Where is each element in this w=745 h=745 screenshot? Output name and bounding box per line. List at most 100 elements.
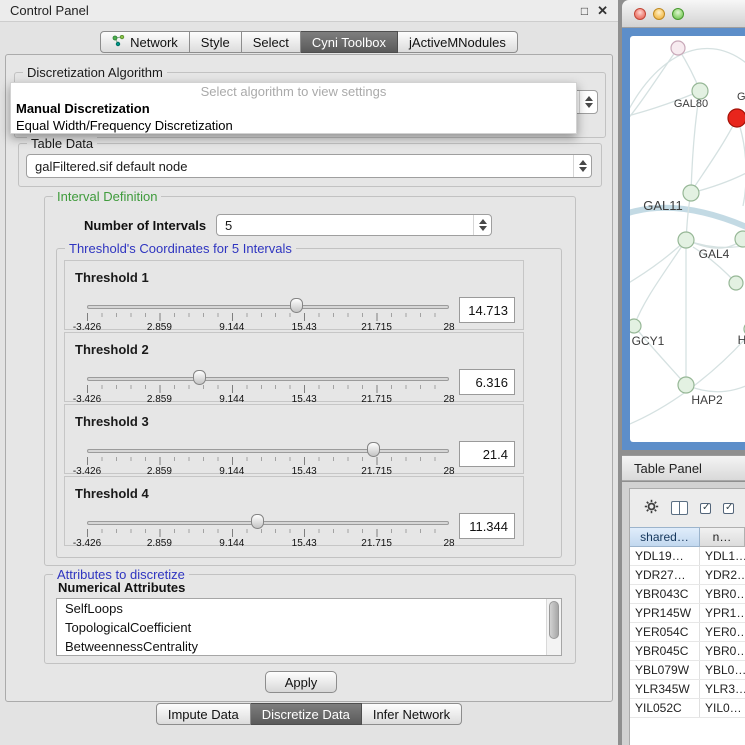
group-title-thresholds-coordinates: Threshold's Coordinates for 5 Intervals [65, 241, 296, 256]
network-node[interactable] [728, 109, 745, 127]
threshold-3-slider[interactable]: -3.426 2.859 9.144 15.43 21.715 28 [87, 441, 449, 473]
table-cell[interactable]: YIL0… [700, 699, 745, 717]
slider-track[interactable] [87, 521, 449, 525]
table-cell[interactable]: YBR0… [700, 642, 745, 660]
checkbox-icon-2[interactable] [723, 503, 734, 514]
threshold-1-slider[interactable]: -3.426 2.859 9.144 15.43 21.715 28 [87, 297, 449, 329]
table-cell[interactable]: YPR145W [630, 604, 700, 622]
table-row[interactable]: YIL052CYIL0… [630, 699, 745, 718]
num-intervals-combobox[interactable]: 5 [216, 214, 492, 236]
float-window-icon[interactable]: □ [581, 5, 588, 17]
table-cell[interactable]: YDL1… [700, 547, 745, 565]
control-panel-titlebar: Control Panel □ ✕ [0, 0, 618, 22]
table-row[interactable]: YLR345WYLR3… [630, 680, 745, 699]
network-node[interactable] [729, 276, 743, 290]
threshold-2-slider[interactable]: -3.426 2.859 9.144 15.43 21.715 28 [87, 369, 449, 401]
slider-thumb[interactable] [251, 514, 264, 529]
slider-thumb[interactable] [290, 298, 303, 313]
threshold-4-slider[interactable]: -3.426 2.859 9.144 15.43 21.715 28 [87, 513, 449, 545]
threshold-3-value-input[interactable] [459, 441, 515, 467]
table-cell[interactable]: YBL0… [700, 661, 745, 679]
list-scrollbar[interactable] [546, 599, 561, 655]
algorithm-dropdown-popup: Select algorithm to view settings Manual… [10, 82, 577, 134]
table-row[interactable]: YDL19…YDL1… [630, 547, 745, 566]
slider-track[interactable] [87, 305, 449, 309]
network-node[interactable] [678, 232, 694, 248]
scrollbar-thumb[interactable] [549, 601, 559, 639]
network-node[interactable] [735, 231, 745, 247]
tab-cyni-toolbox[interactable]: Cyni Toolbox [301, 31, 398, 53]
table-cell[interactable]: YPR1… [700, 604, 745, 622]
slider-thumb[interactable] [367, 442, 380, 457]
table-cell[interactable]: YBR045C [630, 642, 700, 660]
threshold-label: Threshold 1 [75, 270, 149, 285]
network-node[interactable] [683, 185, 699, 201]
screen: Control Panel □ ✕ Network [0, 0, 745, 745]
tab-select[interactable]: Select [242, 31, 301, 53]
table-cell[interactable]: YLR345W [630, 680, 700, 698]
table-row[interactable]: YBR045CYBR0… [630, 642, 745, 661]
table-row[interactable]: YER054CYER0… [630, 623, 745, 642]
tab-jactivemnodules[interactable]: jActiveMNodules [398, 31, 518, 53]
network-node[interactable] [630, 319, 641, 333]
column-header-name[interactable]: n… [700, 527, 745, 547]
close-icon[interactable]: ✕ [597, 4, 608, 17]
gear-icon[interactable] [644, 499, 659, 517]
table-row[interactable]: YDR27…YDR2… [630, 566, 745, 585]
list-item[interactable]: BetweennessCentrality [57, 637, 561, 656]
table-cell[interactable]: YER0… [700, 623, 745, 641]
scale-label: 9.144 [219, 538, 244, 549]
network-node[interactable] [671, 41, 685, 55]
tab-network[interactable]: Network [100, 31, 190, 53]
numerical-attributes-label: Numerical Attributes [58, 580, 185, 595]
table-cell[interactable]: YDR2… [700, 566, 745, 584]
checkbox-icon[interactable] [700, 503, 711, 514]
table-cell[interactable]: YDL19… [630, 547, 700, 565]
list-item[interactable]: SelfLoops [57, 599, 561, 618]
network-node[interactable] [692, 83, 708, 99]
list-item[interactable]: TopologicalCoefficient [57, 618, 561, 637]
table-cell[interactable]: YBR0… [700, 585, 745, 603]
threshold-4-value-input[interactable] [459, 513, 515, 539]
columns-icon[interactable] [671, 501, 688, 515]
numerical-attributes-list: SelfLoops TopologicalCoefficient Between… [56, 598, 562, 656]
tab-impute-data[interactable]: Impute Data [156, 703, 251, 725]
network-window-titlebar[interactable] [622, 0, 745, 28]
table-row[interactable]: YPR145WYPR1… [630, 604, 745, 623]
network-node[interactable] [678, 377, 694, 393]
threshold-2-value-input[interactable] [459, 369, 515, 395]
minimize-traffic-light[interactable] [653, 8, 665, 20]
table-cell[interactable]: YLR3… [700, 680, 745, 698]
network-node-label: H [738, 333, 745, 347]
table-cell[interactable]: YBR043C [630, 585, 700, 603]
zoom-traffic-light[interactable] [672, 8, 684, 20]
slider-thumb[interactable] [193, 370, 206, 385]
table-cell[interactable]: YDR27… [630, 566, 700, 584]
threshold-1-value-input[interactable] [459, 297, 515, 323]
scale-label: 15.43 [292, 538, 317, 549]
column-header-shared-name[interactable]: shared… [630, 527, 700, 547]
tab-discretize-data[interactable]: Discretize Data [251, 703, 362, 725]
table-cell[interactable]: YER054C [630, 623, 700, 641]
network-icon [112, 35, 125, 50]
table-data-combobox[interactable]: galFiltered.sif default node [26, 154, 592, 178]
network-window: GAL80GAGAL11GAL4GCY1HHAP2 [622, 0, 745, 450]
slider-track[interactable] [87, 449, 449, 453]
algorithm-option-manual-discretization[interactable]: Manual Discretization [11, 100, 576, 117]
combo-stepper-icon [473, 215, 491, 235]
threshold-label: Threshold 3 [75, 414, 149, 429]
tab-style[interactable]: Style [190, 31, 242, 53]
titlebar-icons: □ ✕ [581, 4, 608, 17]
table-cell[interactable]: YIL052C [630, 699, 700, 717]
slider-track[interactable] [87, 377, 449, 381]
close-traffic-light[interactable] [634, 8, 646, 20]
algorithm-option-equal-width-frequency[interactable]: Equal Width/Frequency Discretization [11, 117, 576, 134]
table-row[interactable]: YBL079WYBL0… [630, 661, 745, 680]
network-edge [693, 118, 737, 189]
table-cell[interactable]: YBL079W [630, 661, 700, 679]
table-row[interactable]: YBR043CYBR0… [630, 585, 745, 604]
apply-button[interactable]: Apply [265, 671, 337, 693]
tab-infer-network[interactable]: Infer Network [362, 703, 462, 725]
threshold-4-panel: Threshold 4 -3.426 2.859 9.144 15.43 21.… [64, 476, 524, 546]
network-canvas[interactable]: GAL80GAGAL11GAL4GCY1HHAP2 [630, 36, 745, 442]
